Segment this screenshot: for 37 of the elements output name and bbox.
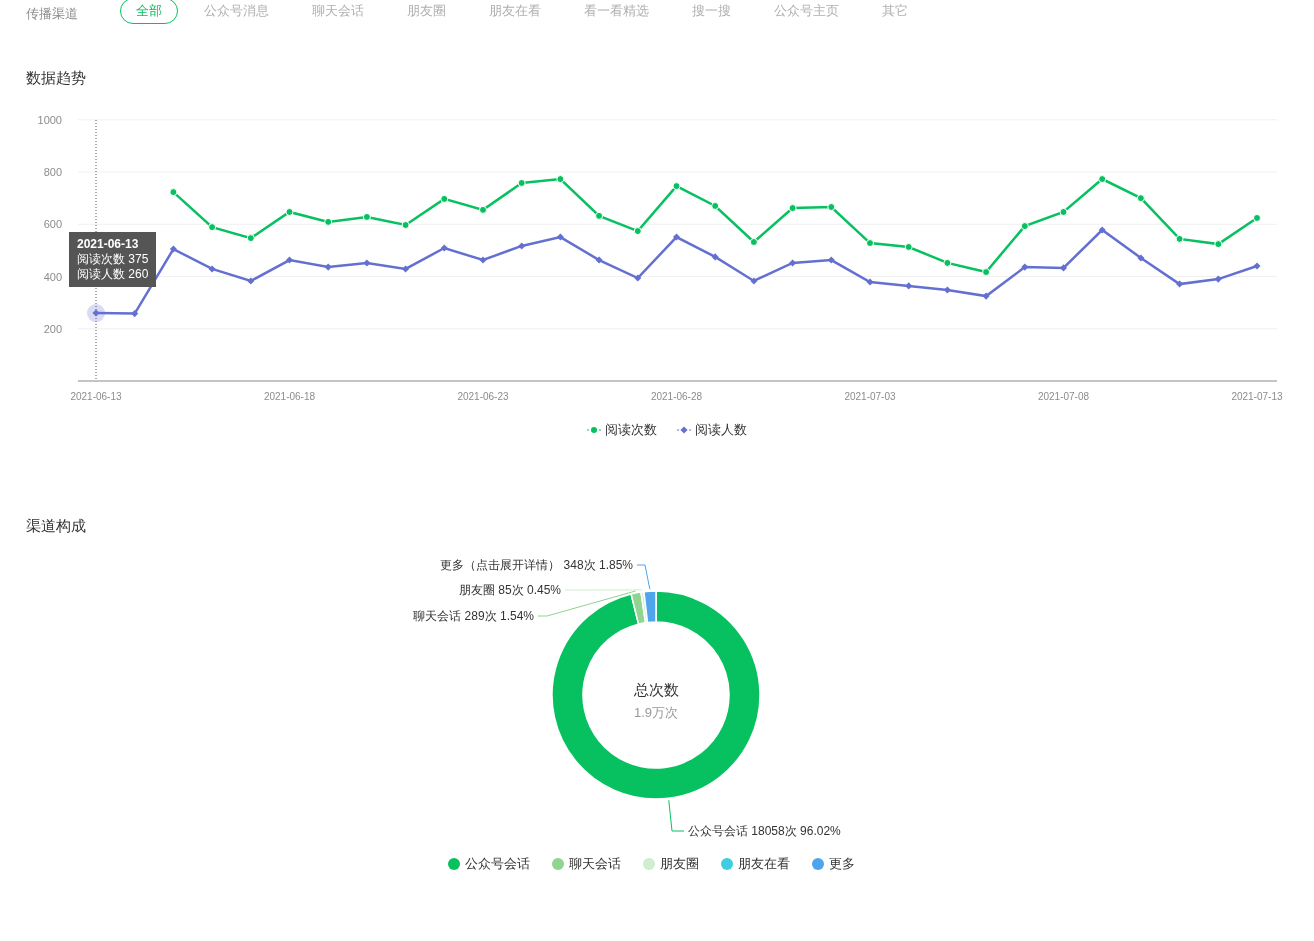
legend-item[interactable]: 聊天会话 (551, 854, 621, 874)
channel-tab[interactable]: 公众号消息 (204, 0, 269, 24)
section-title: 渠道构成 (26, 516, 86, 536)
axis-tick-label: 200 (43, 322, 62, 335)
channel-tab[interactable]: 朋友圈 (407, 0, 446, 24)
legend-item[interactable]: 朋友圈 (642, 854, 699, 874)
axis-tick-label: 1000 (37, 113, 62, 126)
axis-tick-label: 2021-06-18 (263, 391, 316, 402)
axis-tick-label: 2021-07-13 (1231, 391, 1283, 402)
slice-label: 朋友圈 85次 0.45% (458, 583, 561, 597)
axis-tick-label: 2021-07-03 (844, 391, 896, 402)
tooltip-date: 2021-06-13 (77, 237, 140, 252)
axis-tick-label: 2021-06-13 (70, 391, 122, 402)
slice-label: 聊天会话 289次 1.54% (413, 609, 534, 623)
slice-label: 公众号会话 18058次 96.02% (688, 824, 841, 838)
donut-center-value: 1.9万次 (633, 705, 679, 720)
channel-tab[interactable]: 朋友在看 (489, 0, 541, 24)
axis-tick-label: 400 (43, 270, 62, 283)
axis-tick-label: 2021-06-23 (457, 391, 509, 402)
channel-tab[interactable]: 聊天会话 (312, 0, 364, 24)
section-title: 数据趋势 (26, 68, 86, 88)
tooltip-value: 阅读人数 260 (77, 267, 149, 282)
tooltip-value: 阅读次数 375 (77, 252, 149, 267)
legend-item[interactable]: 公众号会话 (447, 854, 530, 874)
channel-tab[interactable]: 公众号主页 (774, 0, 839, 24)
channel-tab[interactable]: 其它 (882, 0, 908, 24)
legend-item[interactable]: 朋友在看 (720, 854, 790, 874)
filter-label: 传播渠道 (26, 5, 79, 24)
axis-tick-label: 600 (43, 218, 62, 231)
legend-item[interactable]: 阅读人数 (677, 422, 747, 438)
axis-tick-label: 800 (43, 166, 62, 178)
legend-item[interactable]: 阅读次数 (587, 422, 657, 438)
slice-label: 更多（点击展开详情） 348次 1.85% (440, 558, 633, 572)
legend-item[interactable]: 更多 (811, 854, 855, 874)
axis-tick-label: 2021-06-28 (650, 391, 703, 402)
axis-tick-label: 2021-07-08 (1037, 391, 1090, 402)
donut-center-title: 总次数 (633, 681, 679, 698)
